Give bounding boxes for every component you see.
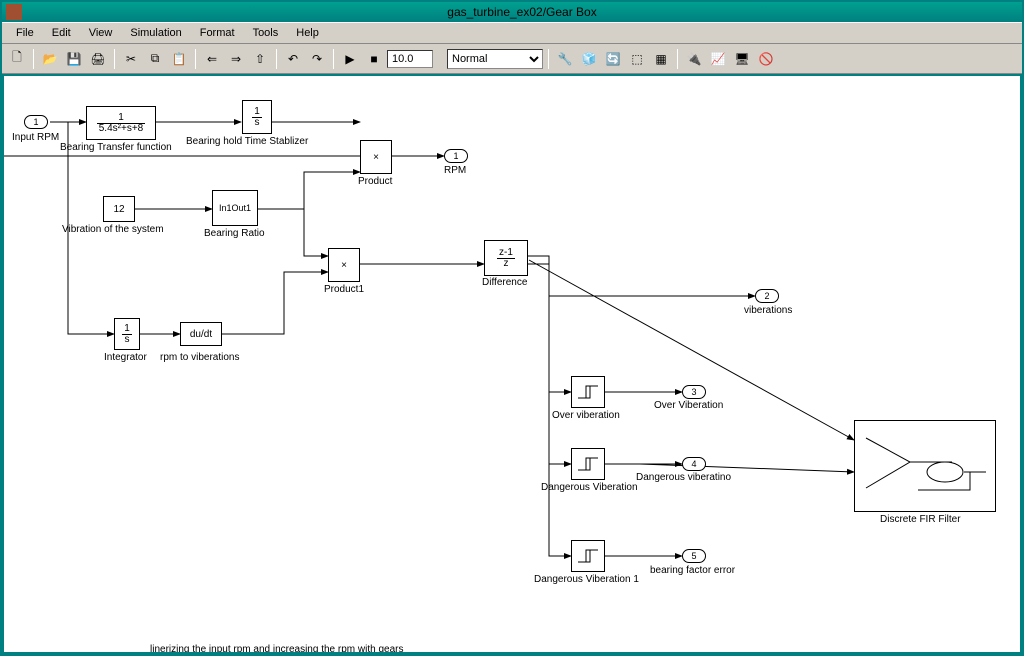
build-icon[interactable]: ⬚	[626, 48, 648, 70]
undo-icon[interactable]: ↶	[282, 48, 304, 70]
forward-icon[interactable]: ⇒	[225, 48, 247, 70]
menu-simulation[interactable]: Simulation	[122, 25, 189, 41]
paste-icon[interactable]: 📋	[168, 48, 190, 70]
window-title: gas_turbine_ex02/Gear Box	[26, 5, 1018, 19]
open-icon[interactable]: 📂	[39, 48, 61, 70]
port-input-rpm[interactable]: 1	[24, 115, 48, 129]
toolbar: 🗋 📂 💾 🖨 ✂ ⧉ 📋 ⇐ ⇒ ⇧ ↶ ↷ ▶ ■ Normal 🔧 🧊 🔄…	[2, 44, 1022, 74]
block-constant-12[interactable]: 12	[103, 196, 135, 222]
print-icon[interactable]: 🖨	[87, 48, 109, 70]
menu-tools[interactable]: Tools	[245, 25, 287, 41]
port-out-over-vib[interactable]: 3	[682, 385, 706, 399]
label-rpm-to-vib: rpm to viberations	[160, 352, 239, 363]
label-integrator: Integrator	[104, 352, 147, 363]
subsys-in-label: In1	[219, 203, 232, 213]
disconnect-icon[interactable]: 🚫	[755, 48, 777, 70]
subsys-out-label: Out1	[232, 203, 252, 213]
title-bar[interactable]: gas_turbine_ex02/Gear Box	[2, 2, 1022, 22]
label-product: Product	[358, 176, 392, 187]
menu-edit[interactable]: Edit	[44, 25, 79, 41]
app-icon	[6, 4, 22, 20]
block-integrator-bottom[interactable]: 1s	[114, 318, 140, 350]
port-out-bearing-err[interactable]: 5	[682, 549, 706, 563]
port-out-dang-vib[interactable]: 4	[682, 457, 706, 471]
block-dang-vib1[interactable]	[571, 540, 605, 572]
label-fir: Discrete FIR Filter	[880, 514, 961, 525]
save-icon[interactable]: 💾	[63, 48, 85, 70]
port-rpm[interactable]: 1	[444, 149, 468, 163]
block-integrator-top[interactable]: 1s	[242, 100, 272, 134]
cut-icon[interactable]: ✂	[120, 48, 142, 70]
label-over-vib-out: Over Viberation	[654, 400, 723, 411]
library-icon[interactable]: 🔧	[554, 48, 576, 70]
label-dang-vib1-blk: Dangerous Viberation 1	[534, 574, 639, 585]
up-icon[interactable]: ⇧	[249, 48, 271, 70]
label-bearing-err: bearing factor error	[650, 565, 735, 576]
menu-help[interactable]: Help	[288, 25, 327, 41]
new-icon[interactable]: 🗋	[6, 48, 28, 70]
block-fir-filter[interactable]	[854, 420, 996, 512]
copy-icon[interactable]: ⧉	[144, 48, 166, 70]
back-icon[interactable]: ⇐	[201, 48, 223, 70]
label-difference: Difference	[482, 277, 527, 288]
stop-icon[interactable]: ■	[363, 48, 385, 70]
label-input-rpm: Input RPM	[12, 132, 59, 143]
menu-file[interactable]: File	[8, 25, 42, 41]
redo-icon[interactable]: ↷	[306, 48, 328, 70]
block-derivative[interactable]: du/dt	[180, 322, 222, 346]
app-window: gas_turbine_ex02/Gear Box File Edit View…	[0, 0, 1024, 656]
sim-mode-select[interactable]: Normal	[447, 49, 543, 69]
block-product1[interactable]: ×	[328, 248, 360, 282]
label-vib-sys: Vibration of the system	[62, 224, 164, 235]
port-out-vibrations[interactable]: 2	[755, 289, 779, 303]
refresh-icon[interactable]: 🔄	[602, 48, 624, 70]
label-rpm: RPM	[444, 165, 466, 176]
stop-time-input[interactable]	[387, 50, 433, 68]
menu-format[interactable]: Format	[192, 25, 243, 41]
label-vibrations: viberations	[744, 305, 792, 316]
menu-view[interactable]: View	[81, 25, 121, 41]
block-over-vib[interactable]	[571, 376, 605, 408]
model-canvas[interactable]: 1 Input RPM 15.4s²+s+8 Bearing Transfer …	[4, 76, 1020, 652]
play-icon[interactable]: ▶	[339, 48, 361, 70]
label-dang-vib-out: Dangerous viberatino	[636, 472, 731, 483]
label-bearing-hold: Bearing hold Time Stablizer	[186, 136, 308, 147]
label-bearing-tf: Bearing Transfer function	[60, 142, 172, 153]
block-dang-vib[interactable]	[571, 448, 605, 480]
label-dang-vib-blk: Dangerous Viberation	[541, 482, 638, 493]
label-over-vib-blk: Over viberation	[552, 410, 620, 421]
target-icon[interactable]: 🖥	[731, 48, 753, 70]
menu-bar: File Edit View Simulation Format Tools H…	[2, 22, 1022, 44]
block-difference[interactable]: z-1z	[484, 240, 528, 276]
annotation-footer: linerizing the input rpm and increasing …	[150, 644, 403, 652]
block-subsystem-bearing-ratio[interactable]: In1Out1	[212, 190, 258, 226]
block-transfer-fcn[interactable]: 15.4s²+s+8	[86, 106, 156, 140]
label-product1: Product1	[324, 284, 364, 295]
model-icon[interactable]: 🧊	[578, 48, 600, 70]
explorer-icon[interactable]: 🔌	[683, 48, 705, 70]
label-bearing-ratio: Bearing Ratio	[204, 228, 265, 239]
scope-icon[interactable]: 📈	[707, 48, 729, 70]
block-product[interactable]: ×	[360, 140, 392, 174]
debug-icon[interactable]: ▦	[650, 48, 672, 70]
